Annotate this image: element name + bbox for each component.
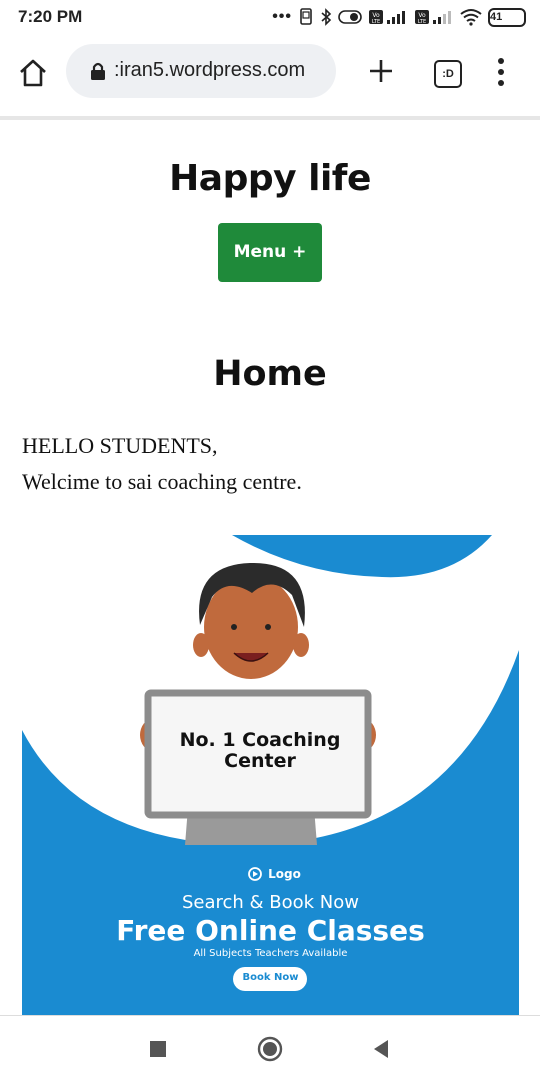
menu-toggle-button[interactable]: Menu + bbox=[218, 223, 322, 282]
board-line: Center bbox=[224, 750, 296, 772]
svg-text:LTE: LTE bbox=[372, 19, 380, 25]
more-menu-button[interactable] bbox=[494, 56, 508, 88]
home-circle-icon[interactable] bbox=[257, 1036, 283, 1062]
promo-headline: Free Online Classes bbox=[116, 914, 425, 947]
promo-logo: Logo bbox=[268, 867, 301, 881]
system-nav-bar bbox=[0, 1015, 540, 1081]
svg-text:LTE: LTE bbox=[418, 19, 426, 25]
recents-square-icon[interactable] bbox=[149, 1040, 167, 1058]
page-title: Home bbox=[213, 354, 327, 394]
promo-tagline: Search & Book Now bbox=[181, 892, 360, 913]
new-tab-button[interactable] bbox=[366, 56, 396, 86]
plus-icon bbox=[370, 60, 392, 82]
volte-signal-icon: Vo LTE bbox=[414, 8, 454, 26]
bluetooth-icon bbox=[320, 8, 332, 26]
screenshot-icon bbox=[298, 8, 314, 26]
battery-icon: 41 bbox=[488, 7, 526, 27]
status-icons: ••• Vo LTE Vo LTE 41 bbox=[272, 6, 526, 28]
promo-subtext: All Subjects Teachers Available bbox=[193, 948, 348, 959]
volte-signal-icon: Vo LTE bbox=[368, 8, 408, 26]
site-title[interactable]: Happy life bbox=[0, 158, 540, 199]
more-vert-icon bbox=[498, 58, 504, 86]
home-icon bbox=[20, 59, 46, 87]
browser-toolbar: :iran5.wordpress.com :D bbox=[0, 38, 540, 106]
wifi-icon bbox=[460, 8, 482, 26]
status-bar: 7:20 PM ••• Vo LTE Vo LTE 41 bbox=[0, 0, 540, 34]
svg-text:Vo: Vo bbox=[372, 12, 380, 19]
svg-text:Vo: Vo bbox=[418, 12, 426, 19]
lock-icon bbox=[88, 61, 108, 81]
dots-icon: ••• bbox=[272, 8, 292, 25]
url-text[interactable]: :iran5.wordpress.com bbox=[114, 59, 329, 82]
toggle-icon bbox=[338, 9, 362, 25]
tabs-button[interactable]: :D bbox=[434, 60, 462, 88]
home-button[interactable] bbox=[16, 56, 50, 90]
promo-book-button[interactable]: Book Now bbox=[22, 972, 519, 983]
board-line: No. 1 Coaching bbox=[179, 729, 341, 751]
status-time: 7:20 PM bbox=[18, 7, 83, 26]
paragraph-line: Welcime to sai coaching centre. bbox=[22, 469, 302, 494]
paragraph-line: HELLO STUDENTS, bbox=[22, 433, 218, 458]
toolbar-divider bbox=[0, 116, 540, 120]
promo-image: Logo Search & Book Now Free Online Class… bbox=[22, 535, 519, 1015]
address-bar[interactable]: :iran5.wordpress.com bbox=[66, 44, 336, 98]
tabs-icon: :D bbox=[442, 68, 454, 80]
back-triangle-icon[interactable] bbox=[372, 1039, 390, 1059]
